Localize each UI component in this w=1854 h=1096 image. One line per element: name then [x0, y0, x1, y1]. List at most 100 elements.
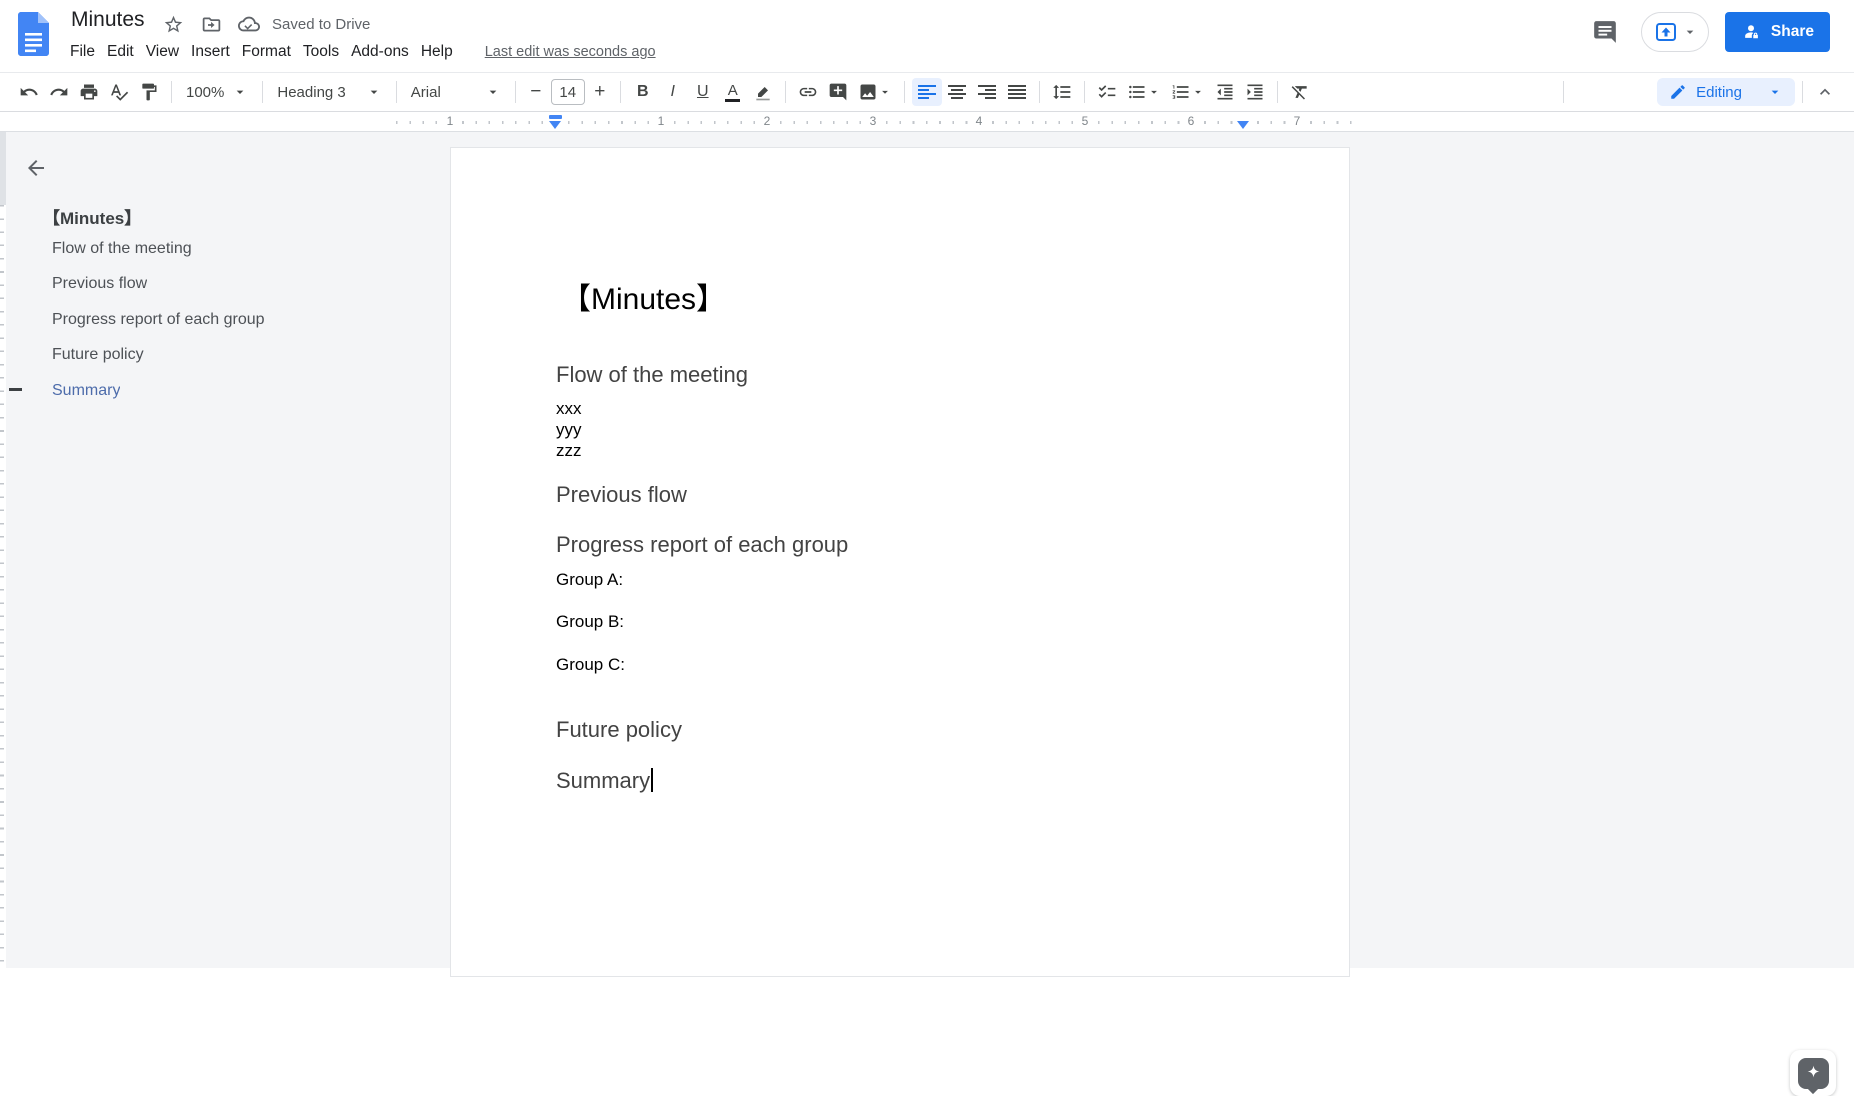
document-page[interactable]: 【Minutes】 Flow of the meeting xxx yyy zz…	[450, 147, 1350, 977]
right-indent-marker[interactable]	[1237, 121, 1249, 129]
link-icon	[799, 87, 817, 97]
last-edit-link[interactable]: Last edit was seconds ago	[485, 44, 656, 60]
doc-body-line[interactable]: xxx	[556, 398, 582, 419]
line-spacing-button[interactable]	[1047, 78, 1077, 106]
style-value: Heading 3	[277, 83, 346, 101]
decrease-indent-icon	[1217, 84, 1233, 100]
editing-mode-button[interactable]: Editing	[1657, 78, 1795, 106]
decrease-font-size-button[interactable]: −	[523, 78, 549, 106]
doc-heading-summary[interactable]: Summary	[556, 768, 654, 794]
left-indent-marker[interactable]	[549, 121, 561, 129]
numbered-list-button[interactable]	[1166, 78, 1210, 106]
font-size-input[interactable]: 14	[550, 79, 585, 105]
document-title[interactable]: Minutes	[71, 8, 145, 32]
align-right-button[interactable]	[972, 78, 1002, 106]
menu-format[interactable]: Format	[236, 40, 297, 64]
chevron-up-icon	[1820, 88, 1830, 95]
insert-comment-button[interactable]	[823, 78, 853, 106]
docs-logo-icon[interactable]	[18, 12, 49, 56]
outline-item-summary[interactable]: Summary	[52, 382, 120, 400]
text-color-label: A	[727, 81, 738, 99]
ruler-number: 2	[759, 114, 775, 129]
align-left-button[interactable]	[911, 78, 942, 106]
doc-body-line[interactable]: zzz	[556, 440, 582, 461]
clear-formatting-button[interactable]	[1285, 78, 1315, 106]
bold-button[interactable]: B	[628, 78, 658, 106]
highlight-color-button[interactable]	[748, 78, 778, 106]
undo-button[interactable]	[14, 78, 44, 106]
outline-item-flow[interactable]: Flow of the meeting	[52, 240, 192, 258]
vertical-ruler-margin	[0, 132, 6, 205]
doc-heading-future[interactable]: Future policy	[556, 717, 682, 743]
bulleted-list-button[interactable]	[1122, 78, 1166, 106]
spellcheck-button[interactable]	[104, 78, 134, 106]
italic-button[interactable]: I	[658, 78, 688, 106]
toolbar: 100% Heading 3 Arial − 14 + B I U A Edit…	[0, 72, 1854, 112]
move-folder-icon[interactable]	[198, 11, 224, 37]
chevron-down-icon	[370, 90, 378, 94]
underline-button[interactable]: U	[688, 78, 718, 106]
doc-heading-progress[interactable]: Progress report of each group	[556, 532, 848, 558]
zoom-select[interactable]: 100%	[179, 78, 255, 106]
explore-button[interactable]	[1790, 1050, 1836, 1096]
collapse-toolbar-button[interactable]	[1810, 78, 1840, 106]
menu-file[interactable]: File	[64, 40, 101, 64]
print-button[interactable]	[74, 78, 104, 106]
checklist-button[interactable]	[1092, 78, 1122, 106]
horizontal-ruler[interactable]: 1 1 2 3 4 5 6 7	[0, 112, 1854, 132]
comment-history-button[interactable]	[1585, 12, 1625, 52]
person-lock-icon	[1745, 25, 1758, 39]
paragraph-style-select[interactable]: Heading 3	[270, 78, 388, 106]
increase-indent-button[interactable]	[1240, 78, 1270, 106]
doc-heading-flow[interactable]: Flow of the meeting	[556, 362, 748, 388]
bold-label: B	[636, 83, 649, 100]
close-outline-button[interactable]	[16, 148, 56, 188]
font-value: Arial	[410, 83, 441, 101]
first-line-indent-marker[interactable]	[549, 115, 562, 119]
bulleted-list-icon	[1128, 85, 1145, 99]
outline-active-indicator	[9, 388, 22, 391]
insert-image-button[interactable]	[853, 78, 897, 106]
redo-button[interactable]	[44, 78, 74, 106]
paint-format-button[interactable]	[134, 78, 164, 106]
present-icon	[1655, 23, 1676, 41]
ruler-number: 6	[1183, 114, 1199, 129]
doc-body-line[interactable]: Group A:	[556, 569, 623, 590]
insert-link-button[interactable]	[793, 78, 823, 106]
doc-heading-title[interactable]: 【Minutes】	[561, 274, 726, 318]
doc-body-line[interactable]: yyy	[556, 419, 582, 440]
doc-body-line[interactable]: Group C:	[556, 654, 625, 675]
highlighter-icon	[756, 87, 770, 101]
paint-format-icon	[142, 83, 157, 101]
menu-edit[interactable]: Edit	[101, 40, 140, 64]
doc-body-line[interactable]: Group B:	[556, 611, 624, 632]
outline-item-minutes[interactable]: 【Minutes】	[43, 204, 141, 229]
decrease-indent-button[interactable]	[1210, 78, 1240, 106]
menu-insert[interactable]: Insert	[185, 40, 236, 64]
font-select[interactable]: Arial	[404, 78, 508, 106]
pencil-icon	[1671, 85, 1685, 99]
cloud-saved-icon[interactable]	[236, 11, 262, 37]
ruler-number: 1	[653, 114, 669, 129]
explore-icon	[1797, 1057, 1829, 1094]
menu-tools[interactable]: Tools	[297, 40, 345, 64]
doc-heading-previous[interactable]: Previous flow	[556, 482, 687, 508]
menu-help[interactable]: Help	[415, 40, 459, 64]
present-button[interactable]	[1640, 12, 1709, 52]
justify-button[interactable]	[1002, 78, 1032, 106]
share-button[interactable]: Share	[1724, 12, 1830, 52]
top-bar: Minutes Saved to Drive File Edit View In…	[0, 0, 1854, 72]
outline-item-progress[interactable]: Progress report of each group	[52, 311, 265, 329]
align-center-button[interactable]	[942, 78, 972, 106]
increase-font-size-button[interactable]: +	[587, 78, 613, 106]
image-icon	[860, 84, 876, 100]
menu-view[interactable]: View	[140, 40, 185, 64]
star-icon[interactable]	[160, 11, 186, 37]
ruler-number: 7	[1289, 114, 1305, 129]
text-color-button[interactable]: A	[718, 78, 748, 106]
chevron-down-icon	[1686, 30, 1694, 34]
print-icon	[80, 84, 98, 100]
outline-item-previous[interactable]: Previous flow	[52, 275, 147, 293]
outline-item-future[interactable]: Future policy	[52, 346, 144, 364]
menu-addons[interactable]: Add-ons	[345, 40, 415, 64]
